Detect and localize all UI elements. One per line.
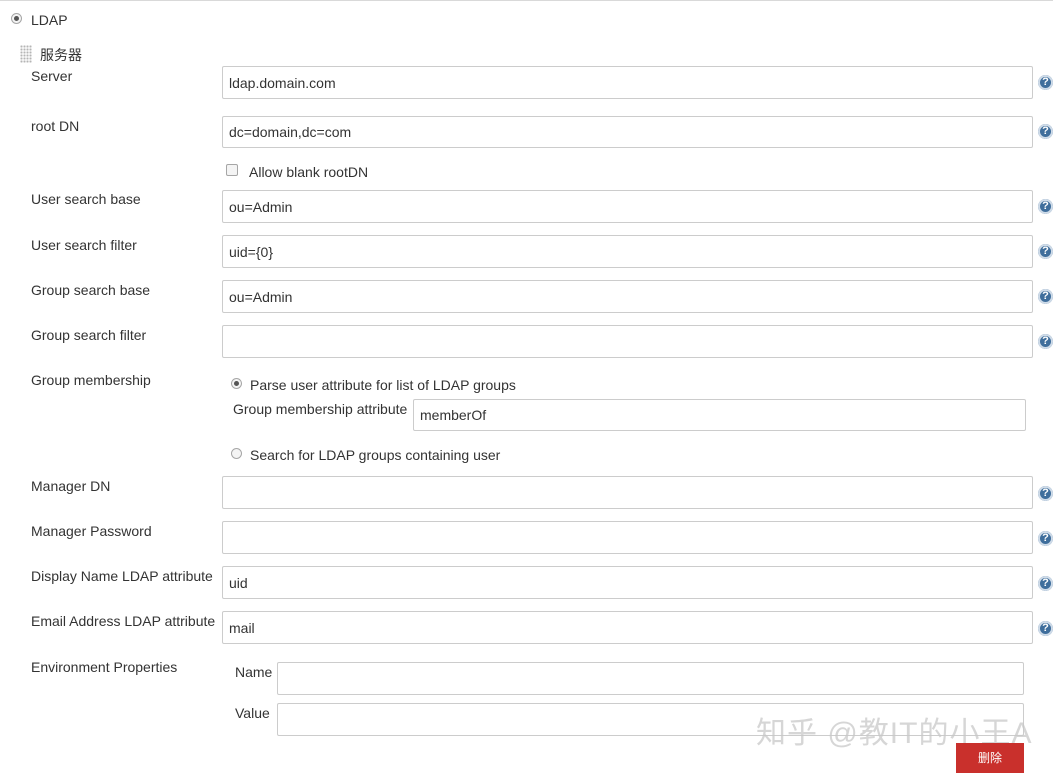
manager-dn-input[interactable] <box>222 476 1033 509</box>
group-membership-attribute-label: Group membership attribute <box>233 401 408 417</box>
display-name-attribute-input[interactable] <box>222 566 1033 599</box>
group-search-base-label: Group search base <box>31 282 151 298</box>
env-name-label: Name <box>235 664 273 680</box>
parse-attribute-radio[interactable] <box>231 378 242 389</box>
section-title: 服务器 <box>40 47 82 63</box>
search-groups-radio[interactable] <box>231 448 242 459</box>
help-icon[interactable]: ? <box>1038 576 1053 591</box>
manager-dn-label: Manager DN <box>31 478 111 494</box>
server-input[interactable] <box>222 66 1033 99</box>
group-membership-label: Group membership <box>31 372 151 388</box>
server-label: Server <box>31 68 73 84</box>
group-search-base-input[interactable] <box>222 280 1033 313</box>
top-divider <box>0 0 1053 1</box>
display-name-attribute-label: Display Name LDAP attribute <box>31 568 213 584</box>
help-icon[interactable]: ? <box>1038 244 1053 259</box>
group-search-filter-label: Group search filter <box>31 327 147 343</box>
help-icon[interactable]: ? <box>1038 289 1053 304</box>
allow-blank-rootdn-label: Allow blank rootDN <box>249 164 369 180</box>
help-icon[interactable]: ? <box>1038 124 1053 139</box>
user-search-filter-label: User search filter <box>31 237 137 253</box>
allow-blank-rootdn-checkbox[interactable] <box>226 164 238 176</box>
parse-attribute-label: Parse user attribute for list of LDAP gr… <box>250 377 516 393</box>
drag-handle-icon[interactable] <box>20 45 32 63</box>
help-icon[interactable]: ? <box>1038 531 1053 546</box>
manager-password-input[interactable] <box>222 521 1033 554</box>
user-search-base-input[interactable] <box>222 190 1033 223</box>
email-attribute-input[interactable] <box>222 611 1033 644</box>
help-icon[interactable]: ? <box>1038 621 1053 636</box>
search-groups-label: Search for LDAP groups containing user <box>250 447 501 463</box>
env-value-label: Value <box>235 705 270 721</box>
root-dn-input[interactable] <box>222 116 1033 148</box>
manager-password-label: Manager Password <box>31 523 152 539</box>
help-icon[interactable]: ? <box>1038 334 1053 349</box>
ldap-radio[interactable] <box>11 13 22 24</box>
delete-button[interactable]: 删除 <box>956 743 1024 773</box>
root-dn-label: root DN <box>31 118 80 134</box>
group-membership-attribute-input[interactable] <box>413 399 1026 431</box>
user-search-base-label: User search base <box>31 191 141 207</box>
email-attribute-label: Email Address LDAP attribute <box>31 613 216 629</box>
help-icon[interactable]: ? <box>1038 199 1053 214</box>
ldap-label: LDAP <box>31 12 68 28</box>
environment-properties-label: Environment Properties <box>31 659 178 675</box>
help-icon[interactable]: ? <box>1038 75 1053 90</box>
env-name-input[interactable] <box>277 662 1024 695</box>
group-search-filter-input[interactable] <box>222 325 1033 358</box>
help-icon[interactable]: ? <box>1038 486 1053 501</box>
user-search-filter-input[interactable] <box>222 235 1033 268</box>
